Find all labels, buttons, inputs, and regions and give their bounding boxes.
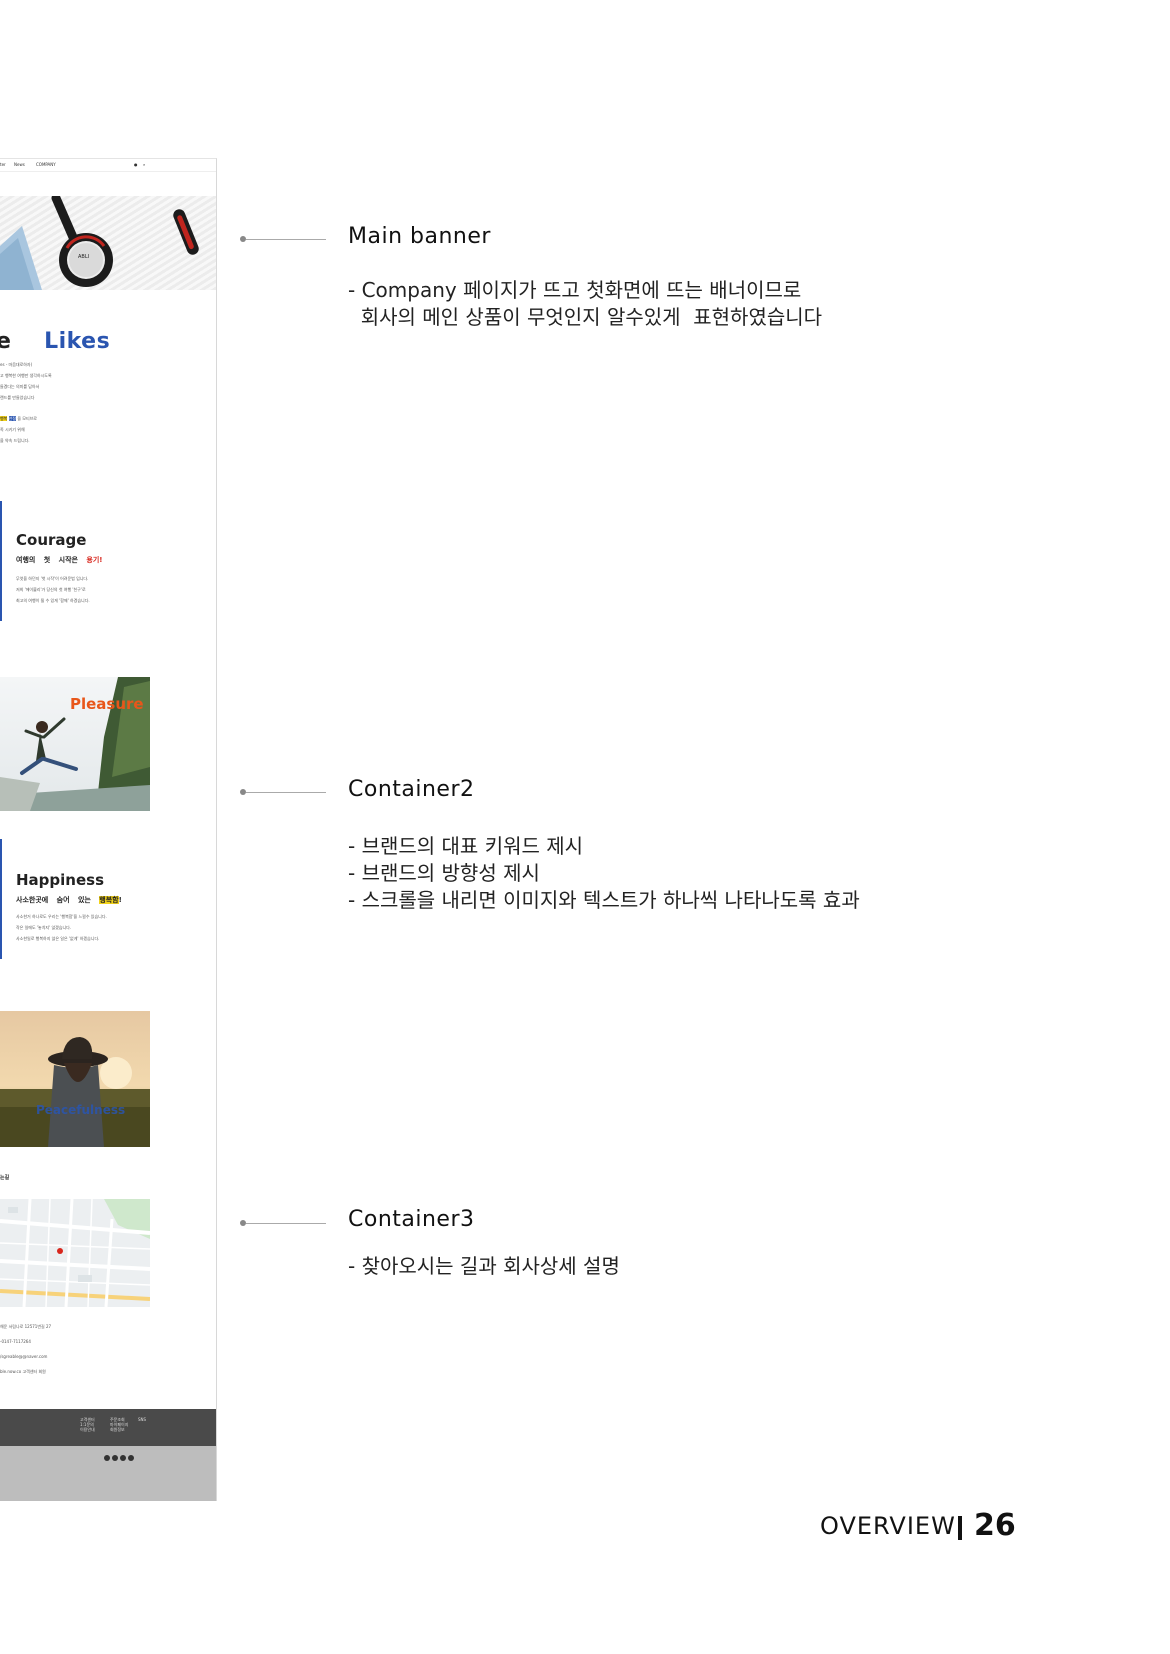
facebook-icon[interactable] <box>112 1455 118 1461</box>
mockup-nav-item-company[interactable]: COMPANY <box>36 162 56 167</box>
courage-subtitle: 여행의 첫 시작은 용기! <box>16 556 103 564</box>
annotation-body-container2: - 브랜드의 대표 키워드 제시 - 브랜드의 방향성 제시 - 스크롤을 내리… <box>348 834 860 912</box>
annotation-title-container2: Container2 <box>348 777 475 802</box>
peacefulness-label: Peacefulness <box>36 1103 126 1117</box>
courage-accent-bar <box>0 501 2 621</box>
courage-title: Courage <box>16 531 87 549</box>
youtube-icon[interactable] <box>120 1455 126 1461</box>
mockup-intro-text: es - 마음대로하자) 고 행복한 여행만 생각하시도록 들겠다는 의미를 담… <box>0 362 52 400</box>
annotation-title-container3: Container3 <box>348 1207 475 1232</box>
section-label: OVERVIEW <box>820 1512 956 1540</box>
annotation-title-main-banner: Main banner <box>348 224 491 249</box>
happiness-title: Happiness <box>16 871 105 889</box>
website-mockup: ter News COMPANY ● ⌕ ABLI e Likes es - 마… <box>0 158 217 1501</box>
instagram-icon[interactable] <box>104 1455 110 1461</box>
footer-col-sns[interactable]: SNS <box>138 1417 146 1422</box>
annotation-connector-line <box>246 1223 326 1224</box>
pleasure-label: Pleasure <box>70 695 144 713</box>
peacefulness-photo: Peacefulness <box>0 1011 150 1147</box>
annotation-connector-line <box>246 239 326 240</box>
happiness-accent-bar <box>0 839 2 959</box>
user-icon[interactable]: ● <box>134 162 138 167</box>
page-number: 26 <box>974 1508 1016 1543</box>
hat-person-image <box>0 1011 150 1147</box>
map-image <box>0 1199 150 1307</box>
annotation-connector-line <box>246 792 326 793</box>
pleasure-photo: Pleasure <box>0 677 150 811</box>
annotation-body-container3: - 찾아오시는 길과 회사상세 설명 <box>348 1254 620 1278</box>
mockup-nav-item[interactable]: News <box>14 162 25 167</box>
svg-text:ABLI: ABLI <box>78 254 89 260</box>
search-icon[interactable]: ⌕ <box>143 162 145 167</box>
footer-col-orders[interactable]: 주문조회 마이페이지 회원정보 <box>110 1417 128 1432</box>
mockup-nav-item[interactable]: ter <box>0 162 6 167</box>
map-pin-icon <box>57 1248 63 1254</box>
courage-description: 무엇을 하던지 '첫 시작'이 어려운법 입니다. 저희 '에이블리'가 당신의… <box>16 576 90 603</box>
mockup-nav-bar: ter News COMPANY ● ⌕ <box>0 159 216 172</box>
footer-col-support[interactable]: 고객센터 1:1문의 이용안내 <box>80 1417 95 1432</box>
location-map[interactable] <box>0 1199 150 1307</box>
mockup-motto-text: 행복 안정 을 모티브로 족 시키기 위해 을 약속 드립니다. <box>0 416 37 443</box>
directions-heading: 는길 <box>0 1175 10 1181</box>
happiness-subtitle: 사소한곳에 숨어 있는 행복함! <box>16 896 122 904</box>
mockup-main-banner: ABLI <box>0 196 216 290</box>
luggage-photo: ABLI <box>0 196 199 290</box>
company-contact-info: 해운 서림나로 12571번길 27 -0147-7117264 /sgreab… <box>0 1324 52 1374</box>
footer-divider <box>958 1516 962 1540</box>
mockup-footer-links: 고객센터 1:1문의 이용안내 주문조회 마이페이지 회원정보 SNS <box>0 1409 216 1446</box>
happiness-description: 사소한거 하나로도 우리는 '행복함'을 느낄수 있습니다. 작은 일에도 '놓… <box>16 914 107 941</box>
blog-icon[interactable] <box>128 1455 134 1461</box>
mockup-likes-heading: e Likes <box>0 329 111 354</box>
annotation-body-main-banner: - Company 페이지가 뜨고 첫화면에 뜨는 배너이므로 회사의 메인 상… <box>348 278 823 329</box>
